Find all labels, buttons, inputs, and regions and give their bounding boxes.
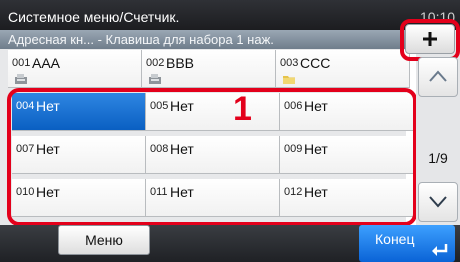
address-cell-001[interactable]: 001 AAA bbox=[8, 50, 142, 88]
address-cell-003[interactable]: 003 CCC bbox=[276, 50, 410, 88]
cell-name: AAA bbox=[32, 55, 61, 71]
cell-number: 003 bbox=[280, 57, 299, 69]
add-button[interactable] bbox=[405, 24, 455, 54]
cell-name: CCC bbox=[300, 55, 331, 71]
end-button[interactable]: Конец bbox=[359, 225, 455, 262]
cell-name: BBB bbox=[166, 55, 195, 71]
fax-icon bbox=[149, 74, 161, 84]
menu-button[interactable]: Меню bbox=[58, 225, 150, 255]
scroll-up-button[interactable] bbox=[418, 57, 458, 97]
cell-number: 001 bbox=[12, 57, 31, 69]
enter-icon bbox=[432, 244, 448, 256]
folder-icon bbox=[283, 76, 295, 84]
chevron-down-icon bbox=[429, 196, 447, 208]
address-book-screen: Системное меню/Счетчик. 10:10 Адресная к… bbox=[0, 0, 460, 262]
sub-header: Адресная кн... - Клавиша для набора 1 на… bbox=[0, 30, 460, 49]
screen-title: Системное меню/Счетчик. bbox=[8, 9, 180, 25]
end-button-label: Конец bbox=[375, 231, 415, 247]
sub-header-text: Адресная кн... - Клавиша для набора 1 на… bbox=[8, 32, 274, 47]
cell-number: 002 bbox=[146, 57, 165, 69]
scroll-down-button[interactable] bbox=[418, 182, 458, 222]
chevron-up-icon bbox=[429, 70, 447, 82]
page-indicator: 1/9 bbox=[428, 150, 448, 166]
callout-number: 1 bbox=[233, 90, 252, 128]
address-cell-002[interactable]: 002 BBB bbox=[142, 50, 276, 88]
title-bar: Системное меню/Счетчик. 10:10 bbox=[0, 0, 460, 30]
fax-icon bbox=[15, 74, 27, 84]
callout-frame-grid bbox=[7, 88, 417, 226]
plus-icon bbox=[423, 32, 437, 46]
